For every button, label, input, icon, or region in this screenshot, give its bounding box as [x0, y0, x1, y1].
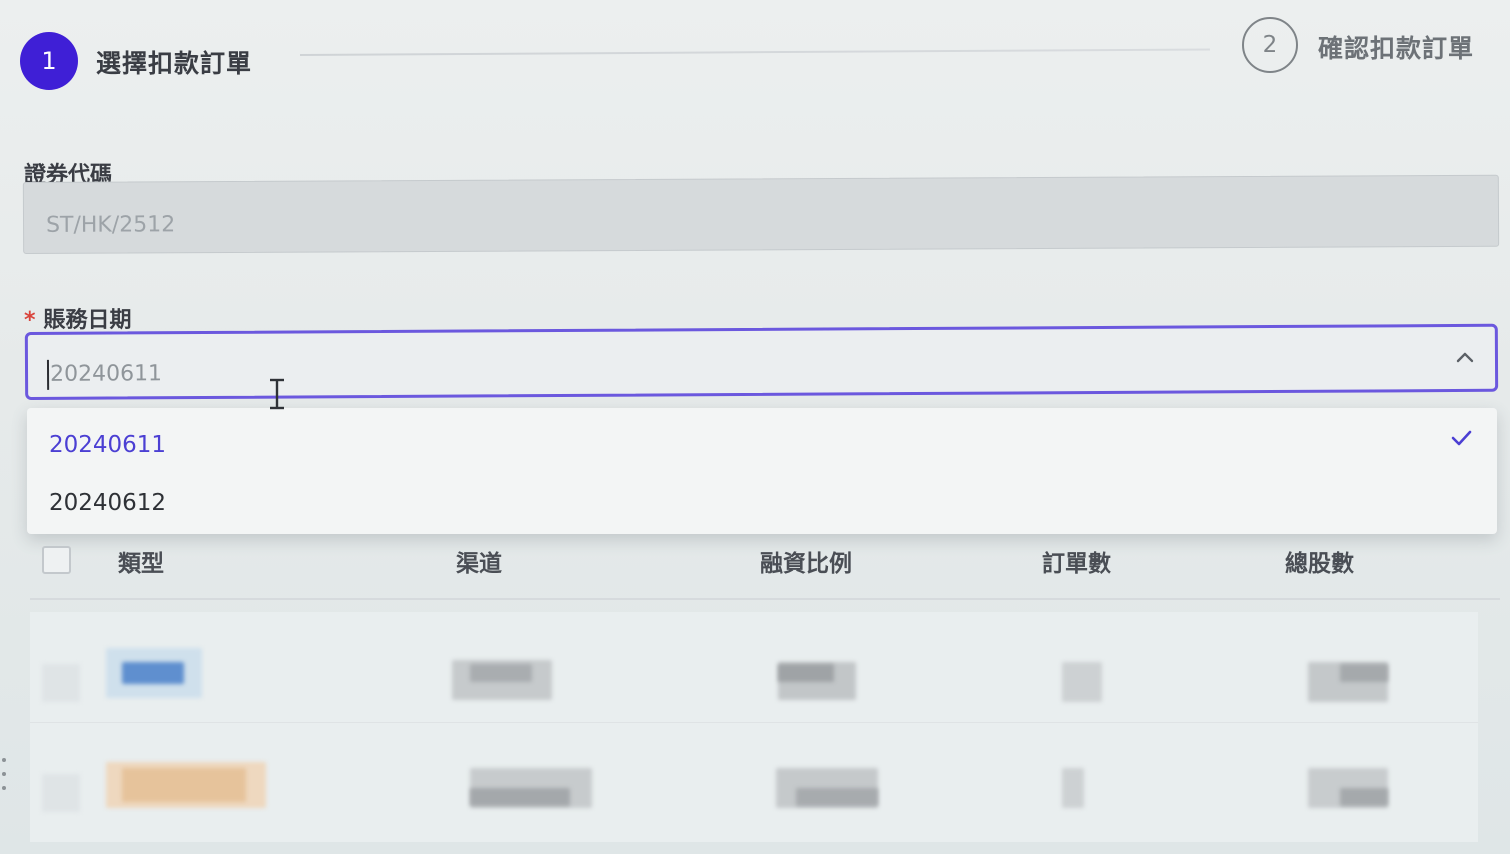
account-date-value: 20240611 — [49, 361, 163, 387]
step-1-number: 1 — [41, 47, 57, 75]
date-option-label: 20240611 — [49, 432, 167, 458]
required-star: * — [24, 308, 36, 333]
step-1-label: 選擇扣款訂單 — [96, 49, 253, 78]
table-header: 類型 渠道 融資比例 訂單數 總股數 — [30, 534, 1500, 598]
table-row[interactable] — [30, 612, 1478, 723]
account-date-label-text: 賬務日期 — [43, 308, 132, 333]
redacted-orders — [1062, 768, 1084, 808]
redacted-shares — [1340, 664, 1388, 682]
date-option-label: 20240612 — [49, 490, 167, 516]
redacted-checkbox — [42, 774, 80, 812]
step-2-label: 確認扣款訂單 — [1318, 34, 1475, 63]
select-all-checkbox[interactable] — [42, 546, 71, 574]
redacted-ratio — [778, 664, 834, 682]
redacted-channel — [470, 664, 532, 682]
security-code-field: ST/HK/2512 — [22, 174, 1500, 254]
more-options-dots — [2, 758, 8, 804]
redacted-shares — [1340, 788, 1388, 806]
column-header-channel[interactable]: 渠道 — [456, 544, 502, 578]
table-body — [30, 612, 1478, 842]
account-date-dropdown: 20240611 20240612 — [27, 408, 1497, 534]
step-1-indicator: 1 — [20, 32, 78, 90]
account-date-label: * 賬務日期 — [24, 302, 132, 334]
table-row[interactable] — [30, 722, 1478, 832]
stepper: 1 選擇扣款訂單 2 確認扣款訂單 — [0, 0, 1510, 110]
redacted-type — [122, 662, 184, 684]
chevron-up-icon[interactable] — [1453, 347, 1477, 367]
check-icon — [1451, 430, 1472, 446]
column-header-financing-ratio[interactable]: 融資比例 — [760, 544, 852, 578]
date-option[interactable]: 20240611 — [27, 416, 1497, 474]
redacted-orders — [1062, 662, 1102, 702]
account-date-select[interactable]: 20240611 — [24, 323, 1499, 400]
step-connector — [299, 48, 1210, 56]
column-header-order-count[interactable]: 訂單數 — [1042, 544, 1111, 578]
security-code-value: ST/HK/2512 — [45, 212, 176, 238]
step-2-number: 2 — [1262, 32, 1278, 58]
text-caret — [46, 359, 50, 390]
redacted-channel — [470, 788, 570, 806]
step-2-indicator: 2 — [1242, 17, 1298, 73]
redacted-ratio — [796, 788, 878, 806]
column-header-total-shares[interactable]: 總股數 — [1285, 544, 1354, 578]
header-divider — [30, 598, 1500, 600]
redacted-checkbox — [42, 664, 80, 702]
redacted-type — [122, 768, 246, 802]
column-header-type[interactable]: 類型 — [118, 544, 164, 578]
date-option[interactable]: 20240612 — [27, 474, 1497, 532]
ibeam-cursor-icon — [270, 378, 284, 410]
